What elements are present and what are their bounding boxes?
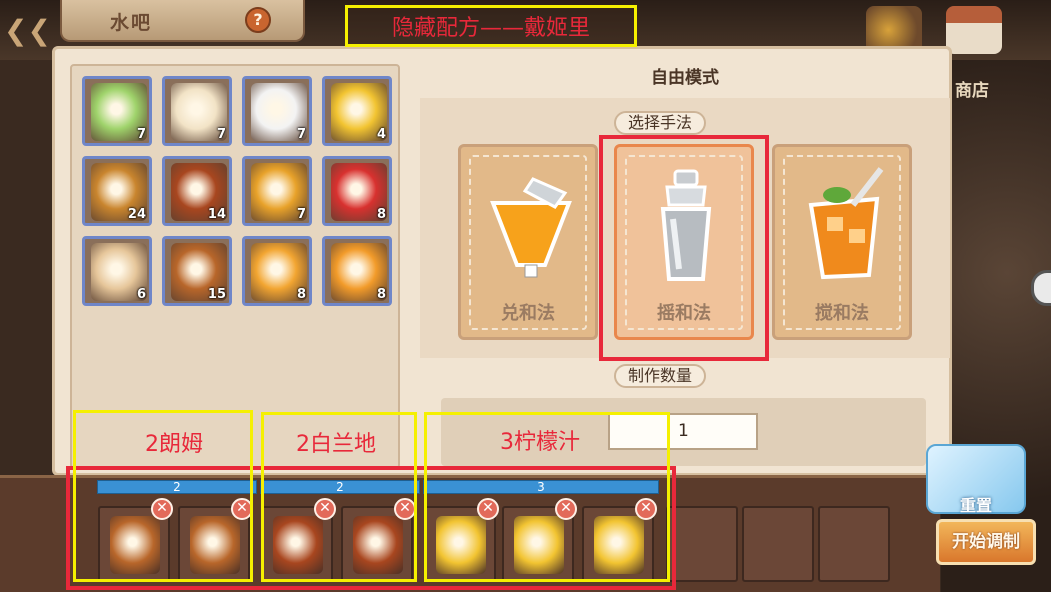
item-count: 14 bbox=[207, 207, 226, 222]
method-card-build[interactable]: 兑和法 bbox=[458, 144, 598, 340]
method-label-stir: 搅和法 bbox=[815, 303, 869, 324]
inventory-slot[interactable]: 4 bbox=[322, 76, 392, 146]
item-count: 7 bbox=[296, 127, 306, 142]
empty-recipe-slot[interactable] bbox=[666, 506, 738, 582]
method-section-label: 选择手法 bbox=[614, 111, 707, 135]
inventory-slot[interactable]: 15 bbox=[162, 236, 232, 306]
inventory-slot[interactable]: 7 bbox=[82, 76, 152, 146]
inventory-slot[interactable]: 24 bbox=[82, 156, 152, 226]
shop-label[interactable]: 商店 bbox=[955, 76, 989, 101]
annotation-hidden-recipe: 隐藏配方——戴姬里 bbox=[345, 5, 637, 47]
page-title: 水吧 bbox=[110, 12, 153, 34]
shop-stall-icon[interactable] bbox=[946, 6, 1002, 54]
annotation-lemon: 3柠檬汁 bbox=[500, 430, 580, 455]
highlight-shake-method bbox=[599, 135, 769, 361]
inventory-slot[interactable]: 7 bbox=[242, 156, 312, 226]
inventory-slot[interactable]: 8 bbox=[242, 236, 312, 306]
item-count: 7 bbox=[296, 207, 306, 222]
inventory-slot[interactable]: 7 bbox=[242, 76, 312, 146]
inventory-slot[interactable]: 8 bbox=[322, 236, 392, 306]
item-count: 4 bbox=[376, 127, 386, 142]
inventory-slot[interactable]: 6 bbox=[82, 236, 152, 306]
empty-recipe-slot[interactable] bbox=[742, 506, 814, 582]
method-card-stir[interactable]: 搅和法 bbox=[772, 144, 912, 340]
item-count: 7 bbox=[136, 127, 146, 142]
annotation-rum: 2朗姆 bbox=[145, 432, 203, 457]
item-count: 24 bbox=[127, 207, 146, 222]
reset-button[interactable]: 重置 bbox=[960, 492, 992, 516]
item-count: 8 bbox=[376, 287, 386, 302]
inventory-slot[interactable]: 8 bbox=[322, 156, 392, 226]
mode-title: 自由模式 bbox=[651, 68, 719, 88]
iced-tea-glass-icon bbox=[808, 167, 884, 280]
item-count: 6 bbox=[136, 287, 146, 302]
help-icon[interactable]: ? bbox=[245, 7, 271, 33]
empty-recipe-slot[interactable] bbox=[818, 506, 890, 582]
inventory-slot[interactable]: 7 bbox=[162, 76, 232, 146]
item-count: 8 bbox=[376, 207, 386, 222]
back-arrow-icon[interactable]: ❮❮ bbox=[4, 16, 51, 46]
item-count: 15 bbox=[207, 287, 226, 302]
item-count: 7 bbox=[216, 127, 226, 142]
method-label-build: 兑和法 bbox=[501, 303, 555, 324]
quantity-section-label: 制作数量 bbox=[614, 364, 707, 388]
start-mixing-button[interactable]: 开始调制 bbox=[936, 519, 1036, 565]
annotation-brandy: 2白兰地 bbox=[296, 432, 376, 457]
orange-glass-jigger-icon bbox=[490, 177, 572, 278]
item-count: 8 bbox=[296, 287, 306, 302]
inventory-slot[interactable]: 14 bbox=[162, 156, 232, 226]
